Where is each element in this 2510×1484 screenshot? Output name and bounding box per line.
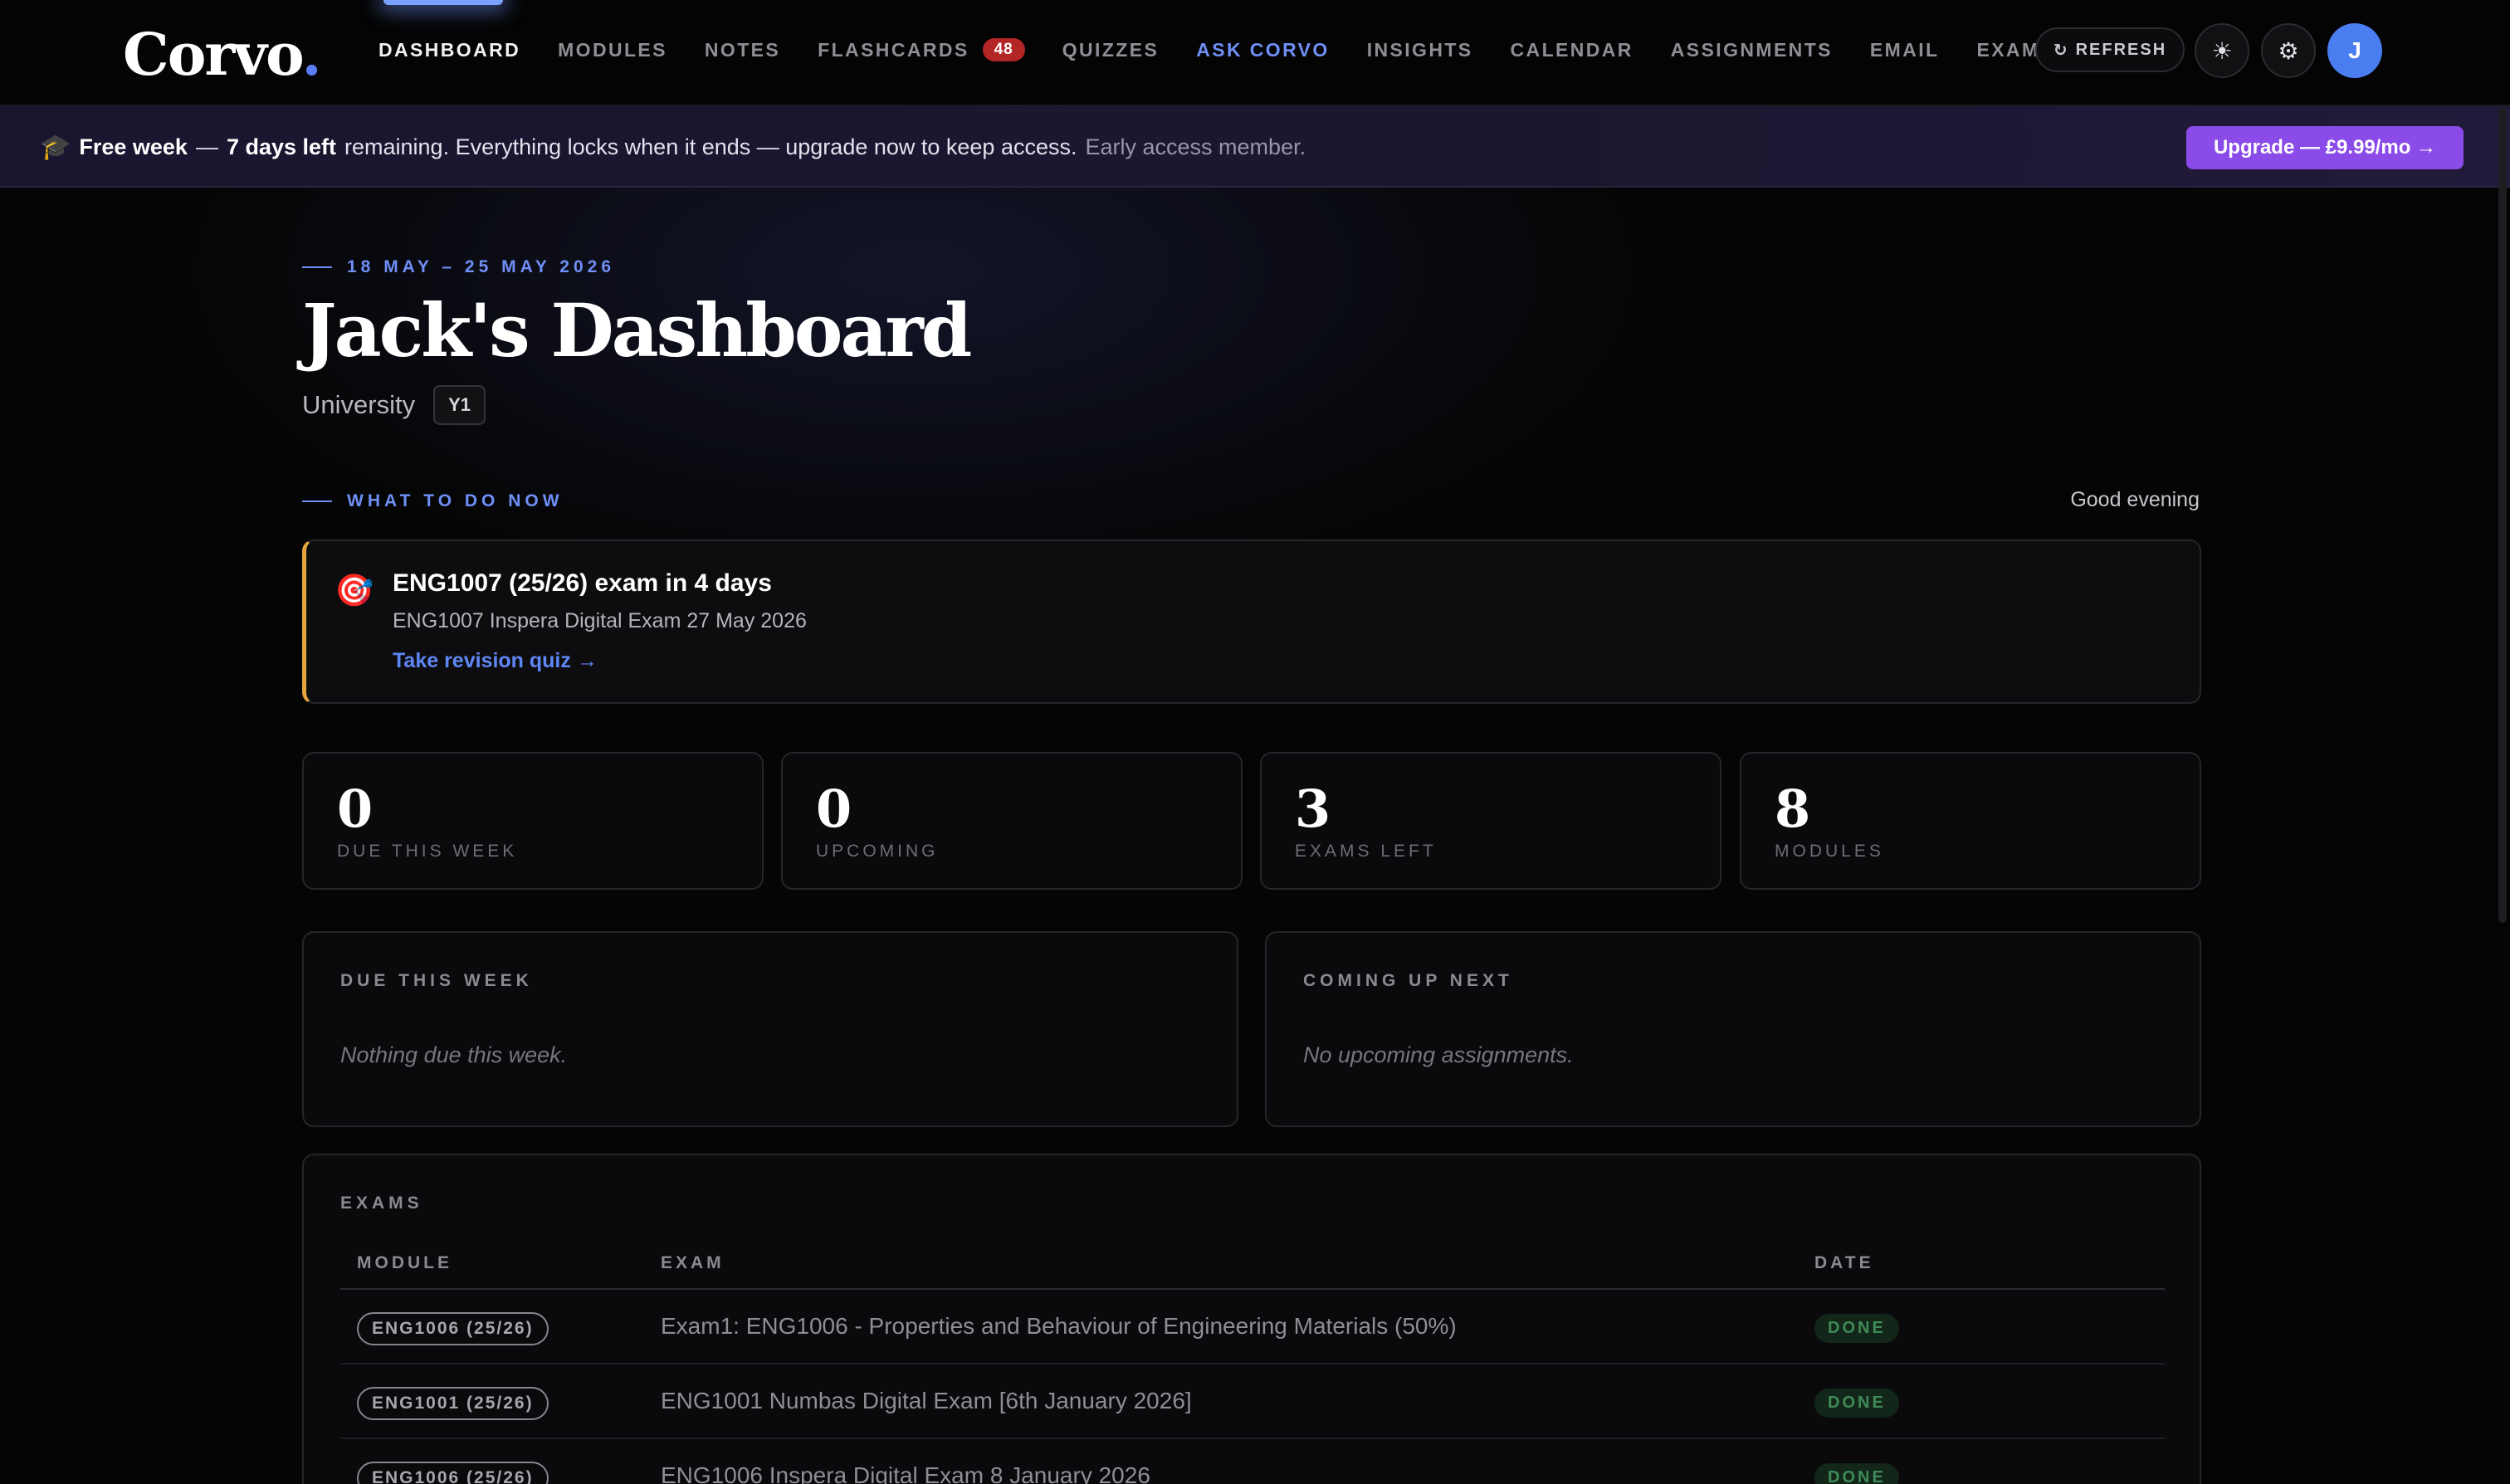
stat-value: 8 xyxy=(1775,779,1811,839)
exam-alert-card: 🎯 ENG1007 (25/26) exam in 4 days ENG1007… xyxy=(302,539,2201,704)
module-chip[interactable]: ENG1006 (25/26) xyxy=(357,1462,549,1484)
banner-body: remaining. Everything locks when it ends… xyxy=(344,134,1077,159)
flashcards-count-badge: 48 xyxy=(982,38,1025,61)
exams-panel: EXAMS MODULE EXAM DATE ENG1006 (25/26) E… xyxy=(302,1154,2201,1484)
what-to-do-now-heading: WHAT TO DO NOW xyxy=(302,491,564,511)
kicker-line xyxy=(302,266,332,268)
column-header-date[interactable]: DATE xyxy=(1814,1253,1874,1273)
banner-highlight: Free week xyxy=(79,134,188,159)
stat-label: DUE THIS WEEK xyxy=(337,842,518,861)
nav-item-modules[interactable]: MODULES xyxy=(558,39,667,61)
table-row[interactable]: ENG1001 (25/26) ENG1001 Numbas Digital E… xyxy=(340,1364,2165,1439)
nav-item-notes[interactable]: NOTES xyxy=(705,39,780,61)
nav-item-dashboard[interactable]: DASHBOARD xyxy=(378,39,520,61)
table-row[interactable]: ENG1006 (25/26) ENG1006 Inspera Digital … xyxy=(340,1439,2165,1484)
refresh-label: REFRESH xyxy=(2075,40,2167,59)
theme-toggle-button[interactable]: ☀ xyxy=(2195,23,2249,78)
refresh-icon: ↻ xyxy=(2053,41,2069,60)
institution-label: University xyxy=(302,390,416,419)
stat-card-due-this-week[interactable]: 0 DUE THIS WEEK xyxy=(302,752,764,890)
upgrade-button[interactable]: Upgrade — £9.99/mo → xyxy=(2186,126,2464,169)
nav-item-assignments[interactable]: ASSIGNMENTS xyxy=(1671,39,1833,61)
exam-name: Exam1: ENG1006 - Properties and Behaviou… xyxy=(661,1313,1457,1339)
table-header: MODULE EXAM DATE xyxy=(340,1253,2165,1290)
status-badge: DONE xyxy=(1814,1389,1899,1418)
nav-menu: DASHBOARD MODULES NOTES FLASHCARDS 48 QU… xyxy=(378,33,2054,66)
take-revision-quiz-link[interactable]: Take revision quiz → xyxy=(393,649,598,673)
top-navigation: Corvo. DASHBOARD MODULES NOTES FLASHCARD… xyxy=(0,0,2510,106)
table-row[interactable]: ENG1006 (25/26) Exam1: ENG1006 - Propert… xyxy=(340,1290,2165,1364)
page-title: Jack's Dashboard xyxy=(302,287,972,373)
year-chip: Y1 xyxy=(433,385,486,425)
nav-item-ask-corvo[interactable]: ASK CORVO xyxy=(1196,39,1329,61)
due-this-week-panel: DUE THIS WEEK Nothing due this week. xyxy=(302,931,1238,1127)
stat-label: UPCOMING xyxy=(816,842,939,861)
stat-value: 0 xyxy=(816,779,852,839)
coming-up-next-panel: COMING UP NEXT No upcoming assignments. xyxy=(1265,931,2201,1127)
graduation-cap-icon: 🎓 xyxy=(40,133,71,161)
settings-button[interactable]: ⚙ xyxy=(2261,23,2316,78)
exam-name: ENG1006 Inspera Digital Exam 8 January 2… xyxy=(661,1462,1150,1484)
page-scrollbar[interactable] xyxy=(2498,106,2507,923)
banner-message: 🎓 Free week — 7 days left remaining. Eve… xyxy=(40,106,1306,188)
refresh-button[interactable]: ↻ REFRESH xyxy=(2035,27,2185,72)
column-header-module[interactable]: MODULE xyxy=(357,1253,452,1273)
stat-label: MODULES xyxy=(1775,842,1884,861)
nav-item-email[interactable]: EMAIL xyxy=(1870,39,1940,61)
kicker-line xyxy=(302,500,332,502)
exams-table: MODULE EXAM DATE ENG1006 (25/26) Exam1: … xyxy=(340,1253,2165,1484)
stat-card-upcoming[interactable]: 0 UPCOMING xyxy=(781,752,1243,890)
empty-state: Nothing due this week. xyxy=(340,1042,568,1067)
panel-heading: DUE THIS WEEK xyxy=(340,971,533,990)
module-chip[interactable]: ENG1006 (25/26) xyxy=(357,1312,549,1345)
banner-days-left: 7 days left xyxy=(226,134,337,159)
nav-item-quizzes[interactable]: QUIZZES xyxy=(1062,39,1159,61)
status-badge: DONE xyxy=(1814,1463,1899,1484)
banner-member-note: Early access member. xyxy=(1085,134,1306,159)
exam-name: ENG1001 Numbas Digital Exam [6th January… xyxy=(661,1388,1192,1413)
free-week-banner: 🎓 Free week — 7 days left remaining. Eve… xyxy=(0,106,2510,188)
user-avatar[interactable]: J xyxy=(2327,23,2382,78)
exams-heading: EXAMS xyxy=(340,1194,423,1213)
panel-heading: COMING UP NEXT xyxy=(1303,971,1513,990)
greeting: Good evening xyxy=(2070,488,2200,511)
nav-item-calendar[interactable]: CALENDAR xyxy=(1511,39,1633,61)
stat-label: EXAMS LEFT xyxy=(1295,842,1437,861)
column-header-exam[interactable]: EXAM xyxy=(661,1253,725,1273)
stat-card-modules[interactable]: 8 MODULES xyxy=(1740,752,2201,890)
nav-item-insights[interactable]: INSIGHTS xyxy=(1367,39,1473,61)
target-icon: 🎯 xyxy=(335,574,374,608)
nav-item-flashcards[interactable]: FLASHCARDS 48 xyxy=(818,38,1025,61)
alert-title: ENG1007 (25/26) exam in 4 days xyxy=(393,569,772,597)
module-chip[interactable]: ENG1001 (25/26) xyxy=(357,1387,549,1420)
stat-card-exams-left[interactable]: 3 EXAMS LEFT xyxy=(1260,752,1721,890)
active-tab-indicator xyxy=(383,0,503,5)
stat-value: 0 xyxy=(337,779,374,839)
date-range: 18 MAY – 25 MAY 2026 xyxy=(302,257,615,277)
stat-value: 3 xyxy=(1295,779,1331,839)
corvo-logo[interactable]: Corvo. xyxy=(123,20,322,89)
sun-icon: ☀ xyxy=(2211,37,2233,64)
gear-icon: ⚙ xyxy=(2278,37,2299,64)
alert-subtitle: ENG1007 Inspera Digital Exam 27 May 2026 xyxy=(393,609,807,632)
status-badge: DONE xyxy=(1814,1314,1899,1343)
empty-state: No upcoming assignments. xyxy=(1303,1042,1574,1067)
banner-dash: — xyxy=(195,134,218,159)
subtitle-row: University Y1 xyxy=(302,385,486,425)
